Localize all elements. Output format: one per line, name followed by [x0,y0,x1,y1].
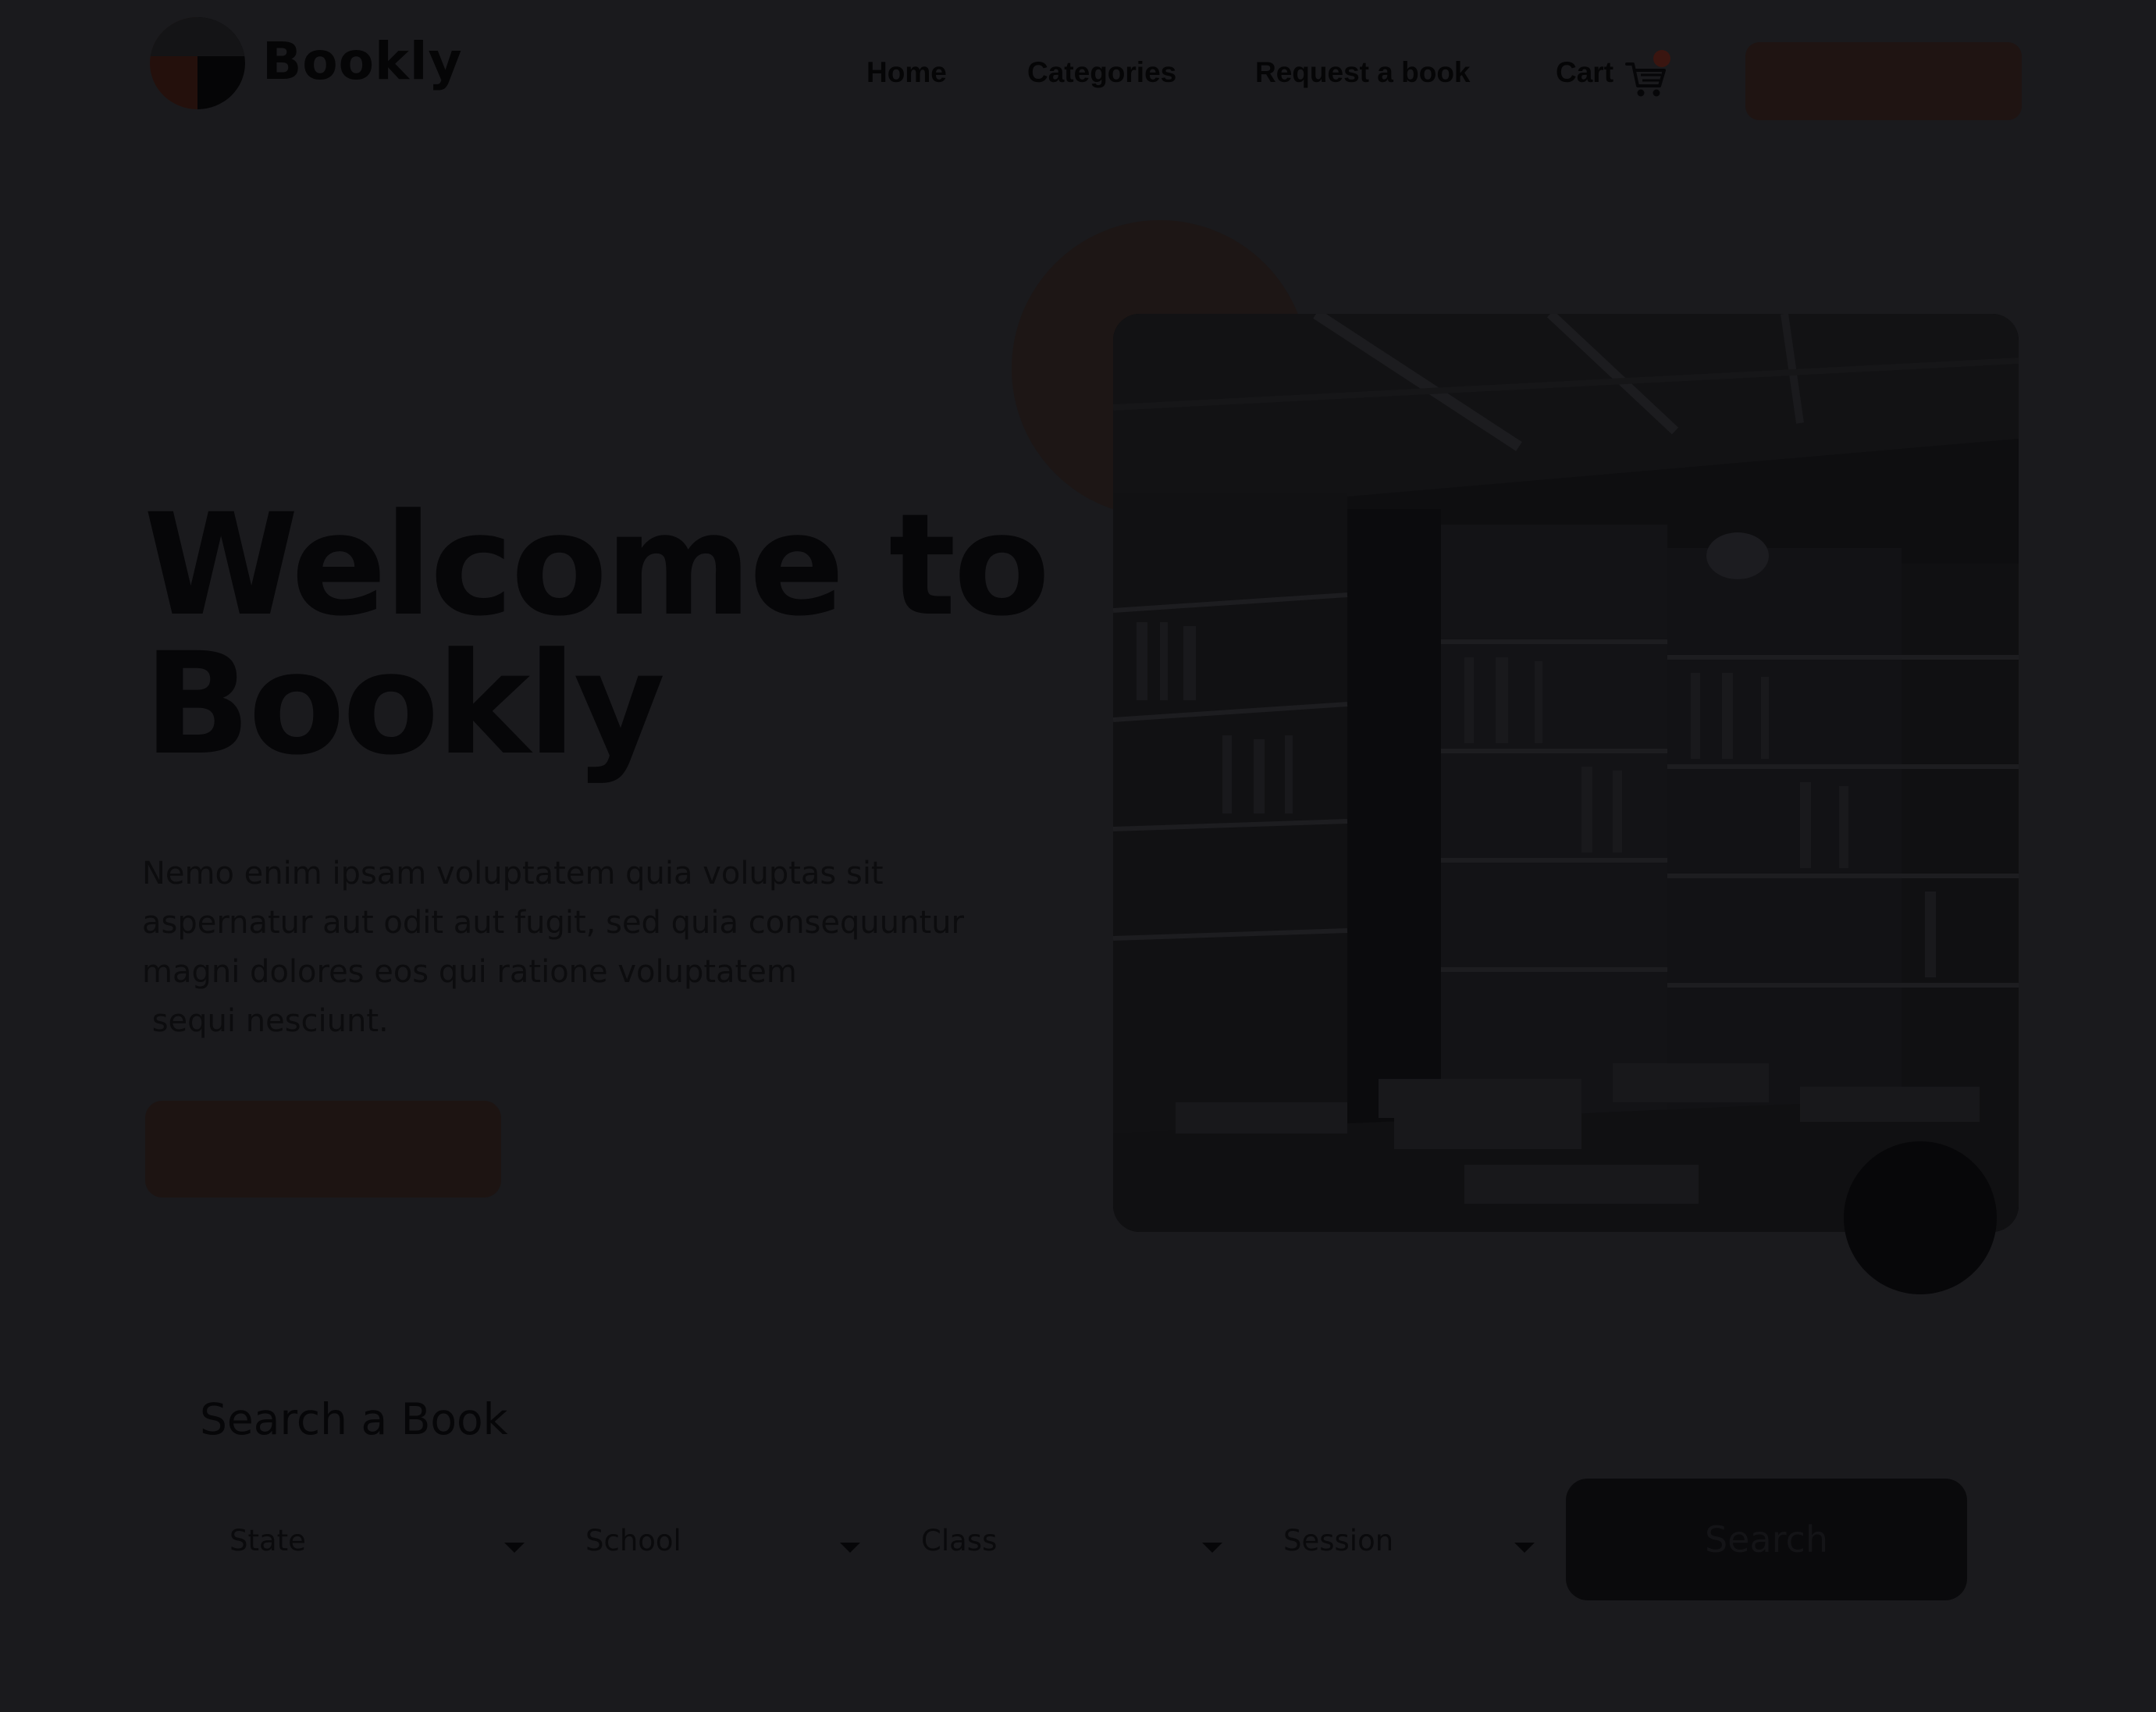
library-illustration [1113,314,2019,1232]
cart-badge [1653,50,1670,67]
logo-icon[interactable] [150,17,245,109]
hero-text-line-1: Nemo enim ipsam voluptatem quia voluptas… [142,856,884,892]
hero-title-line-2: Bookly [144,623,665,786]
hero-text-line-2: aspernatur aut odit aut fugit, sed quia … [142,905,964,941]
class-select-label: Class [921,1524,998,1557]
search-title: Search a Book [200,1394,508,1444]
hero-title: Welcome to Bookly [144,484,1050,786]
hero-cta-button[interactable] [145,1101,501,1198]
decorative-dark-circle [1844,1141,1997,1294]
chevron-down-icon [1514,1543,1535,1553]
brand-name[interactable]: Bookly [262,31,463,91]
class-select[interactable]: Class [921,1518,1233,1572]
nav-categories[interactable]: Categories [1027,56,1176,89]
library-image [1113,314,2019,1232]
header-action-button[interactable] [1745,42,2022,120]
hero-text-line-4: sequi nesciunt. [142,1003,389,1039]
hero-title-line-1: Welcome to [144,484,1050,647]
search-button[interactable]: Search [1566,1479,1967,1600]
state-select-label: State [229,1524,306,1557]
state-select[interactable]: State [229,1518,526,1572]
hero-description: Nemo enim ipsam voluptatem quia voluptas… [142,849,1009,1046]
chevron-down-icon [840,1543,860,1553]
nav-request-book[interactable]: Request a book [1255,56,1471,89]
page: Bookly Home Categories Request a book Ca… [0,0,2156,1712]
chevron-down-icon [504,1543,525,1553]
school-select-label: School [585,1524,681,1557]
chevron-down-icon [1202,1543,1222,1553]
session-select[interactable]: Session [1283,1518,1549,1572]
session-select-label: Session [1283,1524,1394,1557]
nav-home[interactable]: Home [866,56,947,89]
school-select[interactable]: School [585,1518,866,1572]
hero-text-line-3: magni dolores eos qui ratione voluptatem [142,954,797,990]
nav-cart[interactable]: Cart [1556,56,1613,89]
